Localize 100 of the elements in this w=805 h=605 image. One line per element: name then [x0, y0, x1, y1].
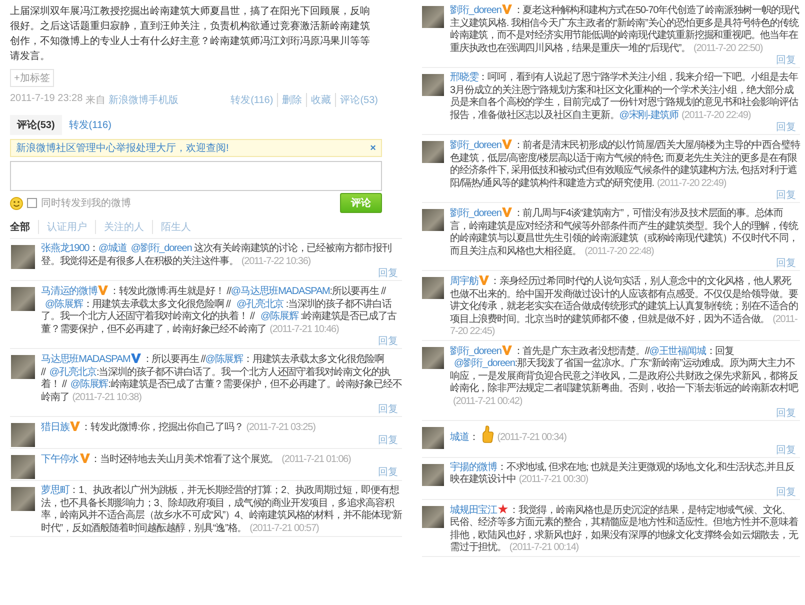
mention-link[interactable]: @陈展辉	[70, 379, 108, 390]
post-time: 2011-7-19 23:28	[10, 93, 83, 106]
avatar-photo	[422, 346, 444, 368]
author-link[interactable]: 城道	[450, 432, 469, 443]
source-label: 来自	[86, 94, 106, 107]
mention-link[interactable]: @马达思班MADASPAM	[230, 286, 330, 297]
author-link[interactable]: 周宇舫	[450, 276, 478, 287]
filter-tab[interactable]: 关注的人	[95, 220, 152, 234]
post-text: 上届深圳双年展冯江教授挖掘出岭南建筑大师夏昌世，搞了在阳光下回顾展，反响很好。之后这话题重归寂静，直到汪帅关注，负责机构欲通过竞赛激活新岭南建筑创作，不知微博上的专业人士有什么好主意？岭南建筑师冯江刘珩冯原冯果川等等请发言。	[10, 4, 371, 64]
verified-badge-icon	[479, 275, 490, 285]
mention-link[interactable]: @宋刚-建筑师	[619, 110, 678, 120]
add-tag-button[interactable]: +加标签	[10, 69, 54, 87]
author-link[interactable]: 城规田宝江	[450, 504, 498, 516]
avatar-photo	[422, 277, 444, 299]
mention-link[interactable]: @孔亮北京	[236, 298, 284, 310]
mention-link[interactable]: @劉珩_doreen	[130, 243, 192, 254]
avatar-photo	[11, 355, 35, 379]
filter-tab[interactable]: 陌生人	[152, 220, 199, 234]
avatar-photo	[422, 209, 444, 231]
comment-text: 宇揚的微博：不求地域, 但求在地; 也就是关注更微观的场地,文化,和生活状态,并且反映在建筑设计中 (2011-7-21 00:30)	[450, 462, 796, 486]
reply-link[interactable]: 回复	[776, 122, 796, 133]
author-link[interactable]: 劉珩_doreen	[450, 346, 502, 356]
author-link[interactable]: 马达思班MADASPAM	[41, 354, 130, 365]
tab[interactable]: 转发(116)	[62, 115, 118, 135]
reply-link[interactable]: 回复	[378, 404, 398, 415]
action-link[interactable]: 转发(116)	[226, 93, 278, 107]
verified-badge-icon	[131, 353, 142, 363]
checkbox[interactable]	[27, 198, 37, 208]
avatar-photo	[422, 427, 444, 449]
author-link[interactable]: 萝思町	[41, 485, 70, 496]
thumbs-up-icon	[482, 425, 494, 444]
comment-text: 邢晓雯：呵呵，看到有人说起了恩宁路学术关注小组，我来介绍一下吧。小组是去年3月份成立的关注恩宁路规划方案和社区文化重构的一个学术关注小组，绝大部分成员是来自各个高校的学生，目前完成了一份针对恩宁路规划的意见书和社会影响评估报告，准备做社区志以及社区自主更新。@宋刚-建筑师 (2011-7-20 22:49)	[450, 72, 800, 122]
verified-badge-icon	[70, 421, 80, 431]
mention-link[interactable]: @陈展辉	[205, 354, 243, 365]
mention-link[interactable]: @陈展辉	[45, 298, 83, 310]
author-link[interactable]: 劉珩_doreen	[450, 140, 502, 151]
avatar-photo	[11, 245, 35, 269]
comment-text: 劉珩_doreen ：前几周与F4谈“建筑南方”，可惜没有涉及技术层面的事。总体而言，岭南建筑是应对经济和气候等外部条件而产生的建筑类型。我个人的理解，传统的岭南建筑与以夏昌世先生引领的岭南派建筑（或称岭南现代建筑）不仅时代不同，而且关注点和风格也大相径庭。 (2011-7-20 22:48)	[450, 207, 800, 258]
reply-link[interactable]: 回复	[378, 434, 398, 446]
reply-link[interactable]: 回复	[378, 268, 398, 279]
comment-text: 马清运的微博 ：转发此微博:再生就是好！ //@马达思班MADASPAM:所以要再生 // @陈展辉：用建筑去承载太多文化很危险啊 // @孔亮北京 :当深圳的孩子都不讲白话了。我一个北方人还固守着我对岭南文化的执着！ // @陈展辉 :岭南建筑是否已成了古董？需要保护，但不必再建了，岭南好象已经不岭南了 (2011-7-21 10:46)	[41, 285, 398, 336]
star-badge-icon	[498, 504, 508, 514]
comment-text: 马达思班MADASPAM ：所以要再生 //@陈展辉：用建筑去承载太多文化很危险啊 // @孔亮北京:当深圳的孩子都不讲白话了。我一个北方人还固守着我对岭南文化的执着！ // @陈展辉:岭南建筑是否已成了古董？需要保护，但不必再建了。岭南好象已经不岭南了 (2011-7-21 10:38)	[41, 353, 402, 404]
mention-link[interactable]: @陈展辉	[260, 311, 298, 322]
reply-link[interactable]: 回复	[776, 190, 796, 201]
verified-badge-icon	[502, 344, 512, 354]
comment-text: 周宇舫 ：亲身经历过希同时代的人说句实话，别人意念中的文化风格，他人累死也做不出来的。给中国开发商做过设计的人应该都有点感受。不仅仅是给领导做。要讲文化传承，就老老实实在适合做成传统形式的建筑上认真复制传统；别在不适合的项目上浪费时间。北京当时的建筑师都不傻，但就是做不好，因为不适合做。 (2011-7-20 22:45)	[450, 275, 799, 338]
mention-link[interactable]: @劉珩_doreen	[454, 358, 515, 369]
notice-text: 新浪微博社区管理中心举报处理大厅，欢迎查阅!	[16, 142, 229, 155]
author-link[interactable]: 张燕龙1900	[41, 243, 90, 254]
reply-link[interactable]: 回复	[378, 466, 398, 478]
avatar-photo	[422, 74, 444, 96]
comment-text: 劉珩_doreen ：前者是清末民初形成的以竹筒屋/西关大屋/骑楼为主导的中西合璧特色建筑，低层/高密度/楼层高以适于南方气候的特色; 而夏老先生关注的更多是在有限的经济条件下, 采用低技和被动式但有效顺应气候条件的建筑建构方法, 包括对利于遮阳/隔热/通风等的建筑构件和建造方式的研究使用. (2011-7-20 22:49)	[450, 139, 800, 190]
mention-link[interactable]: @孔亮北京	[49, 366, 97, 378]
verified-badge-icon	[98, 285, 108, 295]
tab[interactable]: 评论(53)	[10, 115, 62, 135]
verified-badge-icon	[502, 4, 512, 14]
avatar-photo	[422, 464, 444, 486]
action-link[interactable]: 删除	[277, 93, 306, 107]
close-button[interactable]: ×	[370, 142, 376, 154]
comment-text: 劉珩_doreen ：首先是广东主政者没想清楚。//@王世福闻城：回复 @劉珩_doreen:那天我泼了省国一盆凉水。广东“新岭南”运动难成。原为两大主力不响应，一是发展商背负迎合民意之洋收风，二是政府公共财政之保先求新风，都将反岭南化，除非严法规定二者唱建筑新粤曲。否则，收拾一下渐去渐远的岭南新农村吧 (2011-7-21 00:42)	[450, 344, 800, 408]
reply-link[interactable]: 回复	[776, 55, 796, 66]
verified-badge-icon	[502, 139, 512, 149]
mention-link[interactable]: @城道	[98, 243, 127, 254]
comment-text: 下午停水 ：当时还特地去关山月美术馆看了这个展览。 (2011-7-21 01:06)	[41, 453, 352, 466]
comment-text: 劉珩_doreen ：夏老这种解构和建构方式在50-70年代创造了岭南派独树一帜的现代主义建筑风格. 我相信今天广东主政者的“新岭南”关心的恐怕更多是具符号特色的传统岭南建筑，而不是对经济实用节能低调的岭南现代建筑重新挖掘和重视吧。他当年在重庆执政也在强调四川风格，结果是重庆一堆的“后现代”。 (2011-7-20 22:50)	[450, 4, 800, 55]
author-link[interactable]: 马清运的微博	[41, 286, 98, 297]
avatar-photo	[11, 423, 35, 447]
author-link[interactable]: 下午停水	[41, 454, 79, 465]
comment-text: 城道： (2011-7-21 00:34)	[450, 425, 800, 444]
author-link[interactable]: 劉珩_doreen	[450, 208, 502, 219]
reply-link[interactable]: 回复	[776, 408, 796, 419]
avatar-photo	[11, 287, 35, 311]
action-link[interactable]: 评论(53)	[335, 93, 382, 107]
author-link[interactable]: 邢晓雯	[450, 72, 478, 83]
action-link[interactable]: 收藏	[306, 93, 336, 107]
checkbox-label: 同时转发到我的微博	[41, 196, 131, 210]
author-link[interactable]: 猎日族	[41, 422, 70, 433]
avatar-photo	[11, 487, 35, 511]
author-link[interactable]: 劉珩_doreen	[450, 5, 502, 16]
verified-badge-icon	[502, 207, 512, 217]
filter-tab[interactable]: 全部	[10, 220, 38, 234]
avatar-photo	[422, 6, 444, 28]
verified-badge-icon	[80, 453, 90, 463]
avatar-photo	[422, 506, 444, 528]
comment-text: 张燕龙1900：@城道 @劉珩_doreen 这次有关岭南建筑的讨论，已经被南方都市报刊登。我觉得还是有很多人在积极的关注这件事。 (2011-7-22 10:36)	[41, 243, 392, 268]
reply-link[interactable]: 回复	[776, 444, 796, 456]
comment-input[interactable]	[10, 161, 382, 191]
mention-link[interactable]: @王世福闻城	[649, 346, 706, 356]
reply-link[interactable]: 回复	[776, 486, 796, 498]
smiley-icon	[10, 196, 23, 210]
comment-text: 猎日族 ：转发此微博:你，挖掘出你自己了吗？ (2011-7-21 03:25)	[41, 421, 316, 434]
comment-button[interactable]: 评论	[340, 193, 382, 213]
comment-text: 萝思町：1、执政者以广州为跳板，并无长期经营的打算；2、执政周期过短，即便有想法，也不具备长期影响力；3、除却政府项目，成气候的商业开发项目，多追求高容积率，岭南风并不适合高层（故乡水不可成“风”）4、岭南建筑风格的材料，并不能体现“新时代”，反如酒般随着时间越酝越醇，别具“逸”格。 (2011-7-21 00:57)	[41, 485, 402, 535]
source-link[interactable]: 新浪微博手机版	[108, 93, 179, 107]
author-link[interactable]: 宇揚的微博	[450, 462, 498, 472]
comment-text: 城规田宝江 ：我觉得，岭南风格也是历史沉淀的结果，是特定地域气候、文化、民俗、经济等多方面元素的整合，其精髓应是地方性和适应性。但地方性并不意味着排他，欧陆风也好，求新风也好，如果没有深厚的地缘文化支撑终会如云烟散去，无需过于担忧。 (2011-7-21 00:14)	[450, 504, 800, 554]
filter-tab[interactable]: 认证用户	[38, 220, 95, 234]
reply-link[interactable]: 回复	[378, 336, 398, 347]
reply-link[interactable]: 回复	[776, 258, 796, 269]
